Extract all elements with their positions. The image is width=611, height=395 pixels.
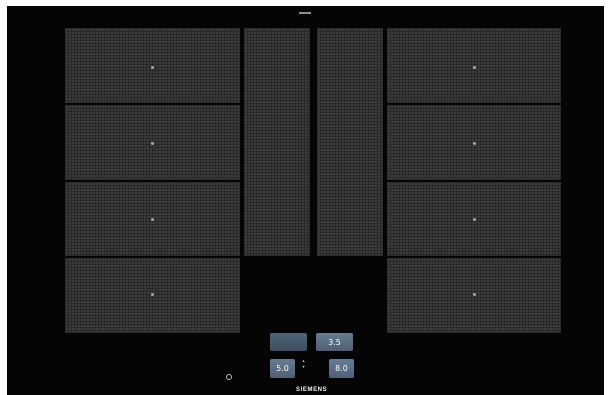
zone-center-dot [150,292,154,296]
zone-center-dot [472,292,476,296]
control-button-top-right[interactable]: 3.5 [316,333,353,351]
zone-center-dot [472,217,476,221]
brand-logo: SIEMENS [296,387,328,393]
left-zone-4[interactable] [65,258,240,333]
center-right-zone[interactable] [317,28,383,256]
power-icon[interactable] [226,374,232,380]
control-button-bottom-right[interactable]: 8.0 [329,359,354,378]
down-arrow-icon[interactable]: ▼ [301,365,306,370]
zone-center-dot [150,65,154,69]
zone-center-dot [150,141,154,145]
control-button-top-right-label: 3.5 [328,337,341,347]
zone-center-dot [472,141,476,145]
control-button-bottom-left[interactable]: 5.0 [270,359,295,378]
control-button-bottom-right-label: 8.0 [335,364,348,373]
brand-badge [594,14,608,28]
top-indicator-icon [299,12,311,14]
zone-center-dot [472,65,476,69]
right-zone-4[interactable] [387,258,561,333]
center-left-zone[interactable] [244,28,310,256]
control-button-top-left[interactable] [270,333,307,351]
zone-center-dot [150,217,154,221]
control-button-bottom-left-label: 5.0 [276,364,289,373]
cooktop-screen: 3.5 5.0 8.0 ▲ ▼ SIEMENS [0,0,611,395]
